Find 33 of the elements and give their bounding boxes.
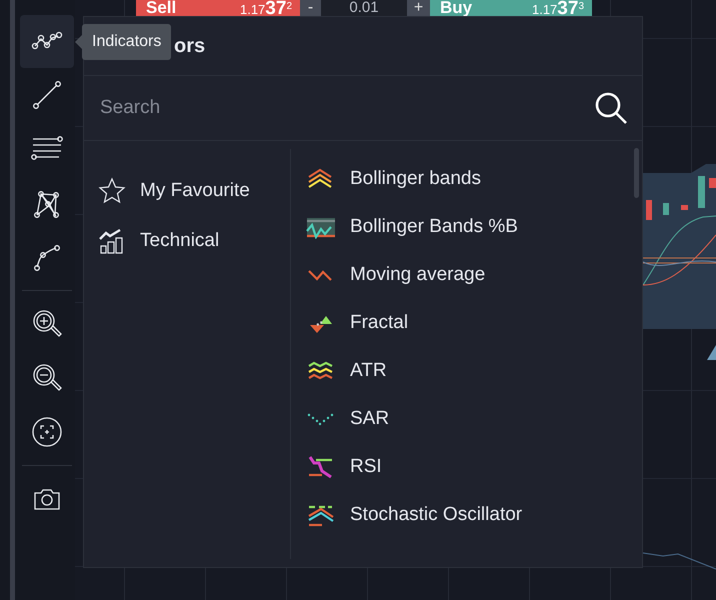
indicator-item[interactable]: SAR	[306, 395, 642, 443]
candle	[698, 176, 705, 208]
scrollbar[interactable]	[634, 148, 639, 198]
indicator-item[interactable]: RSI	[306, 443, 642, 491]
line-tool-icon	[31, 79, 63, 111]
candle	[681, 205, 688, 210]
indicator-item[interactable]: Moving average	[306, 251, 642, 299]
panel-title: ors	[174, 34, 206, 58]
tooltip: Indicators	[75, 24, 172, 60]
triangle-marker	[707, 345, 716, 360]
decrement-button[interactable]: -	[300, 0, 321, 16]
indicator-item[interactable]: Bollinger Bands %B	[306, 203, 642, 251]
candle	[663, 203, 669, 215]
candle	[646, 200, 652, 220]
category-item[interactable]: Technical	[84, 216, 290, 266]
indicator-item[interactable]: ATR	[306, 347, 642, 395]
search-icon[interactable]	[594, 91, 628, 125]
lot-size-field[interactable]: 0.01	[321, 0, 407, 16]
buy-price: 1.1737$^{3}$	[532, 0, 584, 16]
indicator-item[interactable]: Stochastic Oscillator	[306, 491, 642, 539]
category-item[interactable]: My Favourite	[84, 166, 290, 216]
stacked-chevrons-icon	[306, 503, 336, 527]
sell-button[interactable]: Sell 1.1737$^{2}$	[136, 0, 300, 16]
star-icon	[98, 177, 126, 205]
indicator-item[interactable]: Fractal	[306, 299, 642, 347]
candle	[709, 178, 716, 188]
focus-icon	[31, 416, 63, 448]
band-chart-icon	[306, 215, 336, 239]
increment-button[interactable]: +	[407, 0, 430, 16]
search-field[interactable]: Search	[100, 93, 594, 123]
indicator-item[interactable]: Bollinger bands	[306, 155, 642, 203]
sell-price: 1.1737$^{2}$	[240, 0, 292, 16]
indicators-button[interactable]	[20, 15, 74, 68]
